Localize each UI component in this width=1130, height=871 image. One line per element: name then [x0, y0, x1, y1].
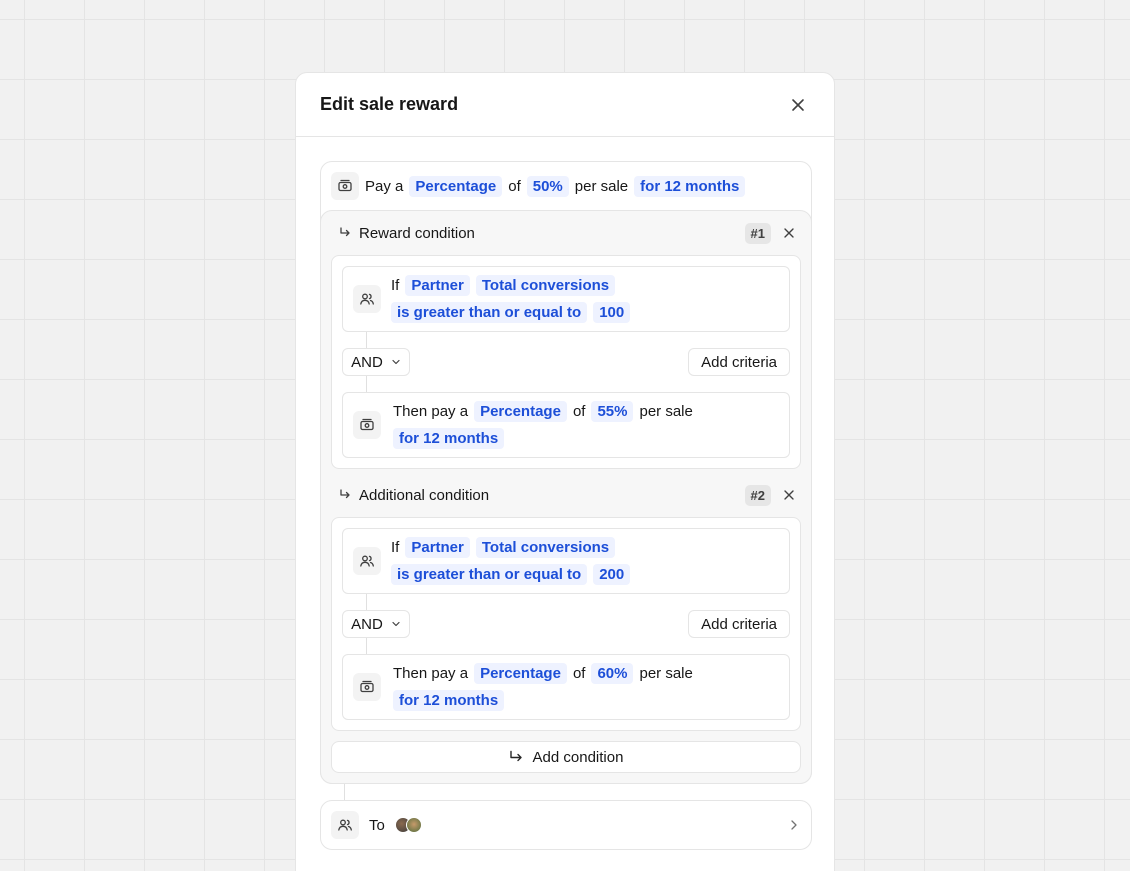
then-amount-pill[interactable]: 60%: [591, 663, 634, 684]
to-card[interactable]: To: [320, 800, 812, 850]
users-icon: [331, 811, 359, 839]
modal-title: Edit sale reward: [320, 94, 459, 114]
add-condition-label: Add condition: [532, 748, 624, 766]
avatar: [405, 817, 422, 833]
conditions-container: Reward condition #1 If Partner Total con…: [320, 210, 812, 784]
then-card[interactable]: Then pay a Percentage of 55% per sale fo…: [342, 392, 790, 458]
logic-row: AND Add criteria: [342, 332, 790, 392]
then-type-pill[interactable]: Percentage: [474, 663, 567, 684]
per-sale-label: per sale: [639, 665, 693, 682]
of-label: of: [508, 177, 521, 195]
if-label: If: [391, 277, 400, 294]
users-icon: [353, 547, 381, 575]
condition-title: Reward condition: [359, 224, 475, 242]
logic-select[interactable]: AND: [342, 348, 410, 376]
remove-condition-button[interactable]: [781, 225, 797, 241]
then-amount-pill[interactable]: 55%: [591, 401, 634, 422]
add-condition-button[interactable]: Add condition: [331, 741, 801, 773]
attribute-pill[interactable]: Total conversions: [475, 275, 616, 296]
corner-down-right-icon: [339, 489, 351, 501]
close-icon: [784, 228, 794, 238]
condition-title: Additional condition: [359, 486, 490, 504]
close-icon: [784, 490, 794, 500]
corner-down-right-icon: [339, 227, 351, 239]
attribute-pill[interactable]: Total conversions: [475, 537, 616, 558]
then-duration-pill[interactable]: for 12 months: [393, 690, 505, 711]
logic-row: AND Add criteria: [342, 594, 790, 654]
remove-condition-button[interactable]: [781, 487, 797, 503]
money-icon: [353, 411, 381, 439]
chevron-right-icon: [791, 820, 797, 830]
then-type-pill[interactable]: Percentage: [474, 401, 567, 422]
criteria-card[interactable]: If Partner Total conversions is greater …: [342, 528, 790, 594]
close-button[interactable]: [786, 93, 810, 117]
then-card[interactable]: Then pay a Percentage of 60% per sale fo…: [342, 654, 790, 720]
per-sale-label: per sale: [574, 177, 629, 195]
if-label: If: [391, 539, 400, 556]
entity-pill[interactable]: Partner: [405, 275, 470, 296]
reward-type-pill[interactable]: Percentage: [409, 175, 503, 197]
add-criteria-button[interactable]: Add criteria: [688, 610, 790, 638]
condition-box: If Partner Total conversions is greater …: [331, 255, 801, 469]
reward-amount-pill[interactable]: 50%: [526, 175, 569, 197]
corner-down-right-icon: [509, 750, 522, 762]
per-sale-label: per sale: [639, 403, 693, 420]
of-label: of: [572, 665, 586, 682]
condition-box: If Partner Total conversions is greater …: [331, 517, 801, 731]
condition-badge: #2: [744, 484, 771, 506]
value-pill[interactable]: 200: [593, 564, 631, 585]
then-duration-pill[interactable]: for 12 months: [393, 428, 505, 449]
criteria-card[interactable]: If Partner Total conversions is greater …: [342, 266, 790, 332]
close-icon: [792, 98, 804, 111]
pay-a-label: Pay a: [365, 177, 404, 195]
modal-body: Pay a Percentage of 50% per sale for 12 …: [296, 137, 834, 850]
then-pay-label: Then pay a: [393, 403, 469, 420]
avatar-group: [394, 817, 422, 833]
condition-header: Additional condition #2: [331, 473, 801, 517]
entity-pill[interactable]: Partner: [405, 537, 470, 558]
edit-sale-reward-modal: Edit sale reward Pay a Percentage of 50%…: [295, 72, 835, 871]
logic-select[interactable]: AND: [342, 610, 410, 638]
to-label: To: [369, 816, 385, 834]
logic-value: AND: [351, 353, 383, 371]
condition-badge: #1: [744, 222, 771, 244]
condition-header: Reward condition #1: [331, 211, 801, 255]
connector-line: [344, 784, 345, 800]
value-pill[interactable]: 100: [593, 302, 631, 323]
chevron-down-icon: [392, 359, 400, 365]
operator-pill[interactable]: is greater than or equal to: [391, 302, 588, 323]
logic-value: AND: [351, 615, 383, 633]
reward-card: Pay a Percentage of 50% per sale for 12 …: [320, 161, 812, 784]
money-icon: [331, 172, 359, 200]
users-icon: [353, 285, 381, 313]
of-label: of: [572, 403, 586, 420]
chevron-down-icon: [392, 621, 400, 627]
reward-duration-pill[interactable]: for 12 months: [634, 175, 746, 197]
reward-summary: Pay a Percentage of 50% per sale for 12 …: [321, 162, 811, 210]
money-icon: [353, 673, 381, 701]
operator-pill[interactable]: is greater than or equal to: [391, 564, 588, 585]
modal-header: Edit sale reward: [296, 73, 834, 137]
then-pay-label: Then pay a: [393, 665, 469, 682]
add-criteria-button[interactable]: Add criteria: [688, 348, 790, 376]
